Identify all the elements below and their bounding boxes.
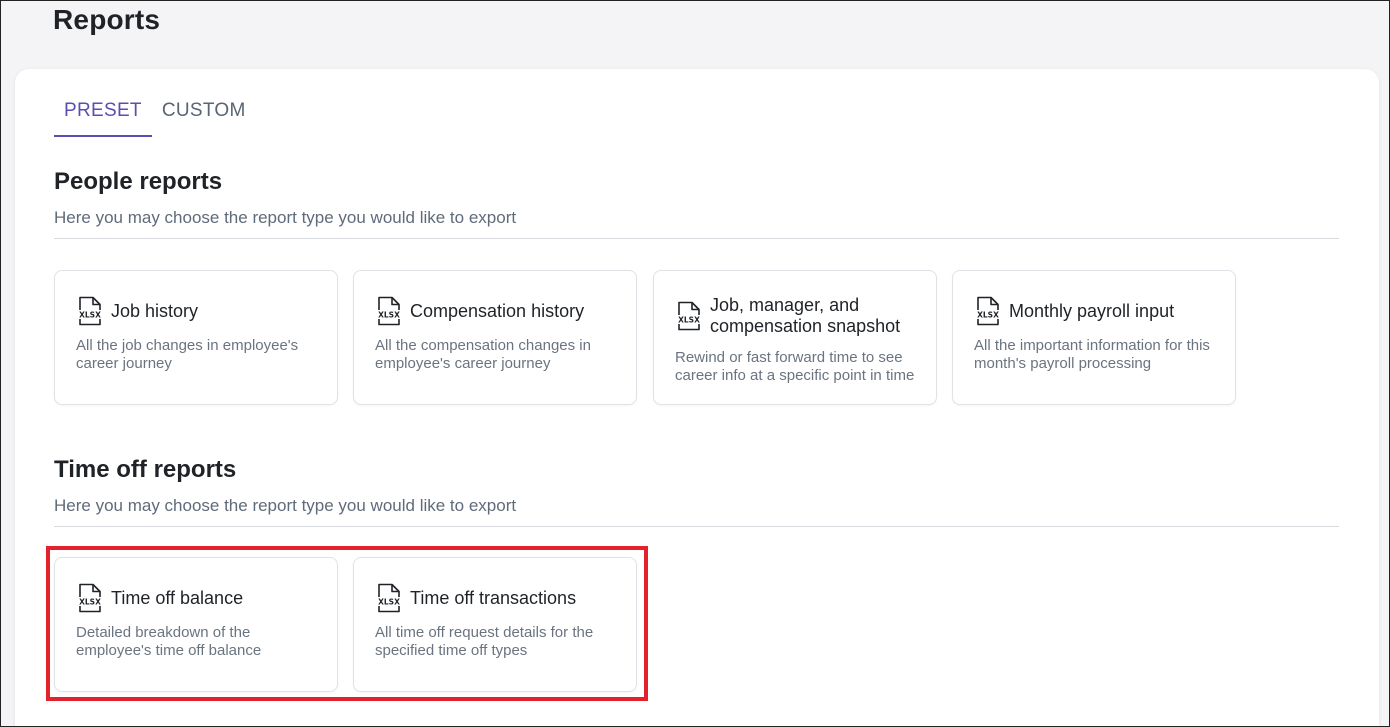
page-title: Reports [53, 4, 161, 35]
time-off-reports-subtitle: Here you may choose the report type you … [54, 496, 517, 515]
card-header: XLSX Time off balance [77, 583, 323, 613]
card-description: All the job changes in employee's career… [76, 337, 299, 372]
report-card-compensation-history[interactable]: XLSX Compensation history All the compen… [353, 270, 637, 405]
xlsx-file-icon: XLSX [376, 296, 402, 326]
xlsx-file-icon: XLSX [77, 583, 103, 613]
card-title: Time off balance [111, 587, 244, 608]
report-card-monthly-payroll-input[interactable]: XLSX Monthly payroll input All the impor… [952, 270, 1236, 405]
xlsx-file-icon: XLSX [975, 296, 1001, 326]
report-card-job-history[interactable]: XLSX Job history All the job changes in … [54, 270, 338, 405]
people-reports-divider [54, 238, 1339, 239]
card-description: All the important information for this m… [974, 337, 1210, 372]
tab-preset[interactable]: PRESET [54, 99, 152, 137]
time-off-reports-title: Time off reports [54, 456, 237, 483]
card-description: All time off request details for the spe… [375, 624, 594, 659]
card-title: Compensation history [410, 300, 585, 321]
card-header: XLSX Job history [77, 296, 323, 326]
xlsx-file-icon: XLSX [676, 301, 702, 331]
reports-panel: PRESET CUSTOM People reports Here you ma… [15, 69, 1379, 727]
card-description: All the compensation changes in employee… [375, 337, 591, 372]
svg-text:XLSX: XLSX [378, 311, 400, 320]
card-header: XLSX Compensation history [376, 296, 622, 326]
card-description: Detailed breakdown of the employee's tim… [76, 624, 262, 659]
time-off-reports-divider [54, 526, 1339, 527]
card-description: Rewind or fast forward time to see caree… [675, 349, 915, 384]
svg-text:XLSX: XLSX [977, 311, 999, 320]
report-card-job-manager-compensation-snapshot[interactable]: XLSX Job, manager, and compensation snap… [653, 270, 937, 405]
card-title: Monthly payroll input [1009, 300, 1175, 321]
report-card-time-off-balance[interactable]: XLSX Time off balance Detailed breakdown… [54, 557, 338, 692]
svg-text:XLSX: XLSX [79, 311, 101, 320]
card-header: XLSX Job, manager, and compensation snap… [676, 295, 922, 337]
xlsx-file-icon: XLSX [376, 583, 402, 613]
svg-text:XLSX: XLSX [378, 598, 400, 607]
report-card-time-off-transactions[interactable]: XLSX Time off transactions All time off … [353, 557, 637, 692]
people-reports-title: People reports [54, 168, 223, 195]
card-title: Job, manager, and compensation snapshot [710, 295, 901, 336]
card-header: XLSX Monthly payroll input [975, 296, 1221, 326]
xlsx-file-icon: XLSX [77, 296, 103, 326]
people-reports-subtitle: Here you may choose the report type you … [54, 208, 517, 227]
tab-custom[interactable]: CUSTOM [152, 99, 256, 137]
report-tabs: PRESET CUSTOM [54, 99, 256, 137]
card-header: XLSX Time off transactions [376, 583, 622, 613]
card-title: Time off transactions [410, 587, 577, 608]
card-title: Job history [111, 300, 199, 321]
svg-text:XLSX: XLSX [79, 598, 101, 607]
svg-text:XLSX: XLSX [678, 316, 700, 325]
